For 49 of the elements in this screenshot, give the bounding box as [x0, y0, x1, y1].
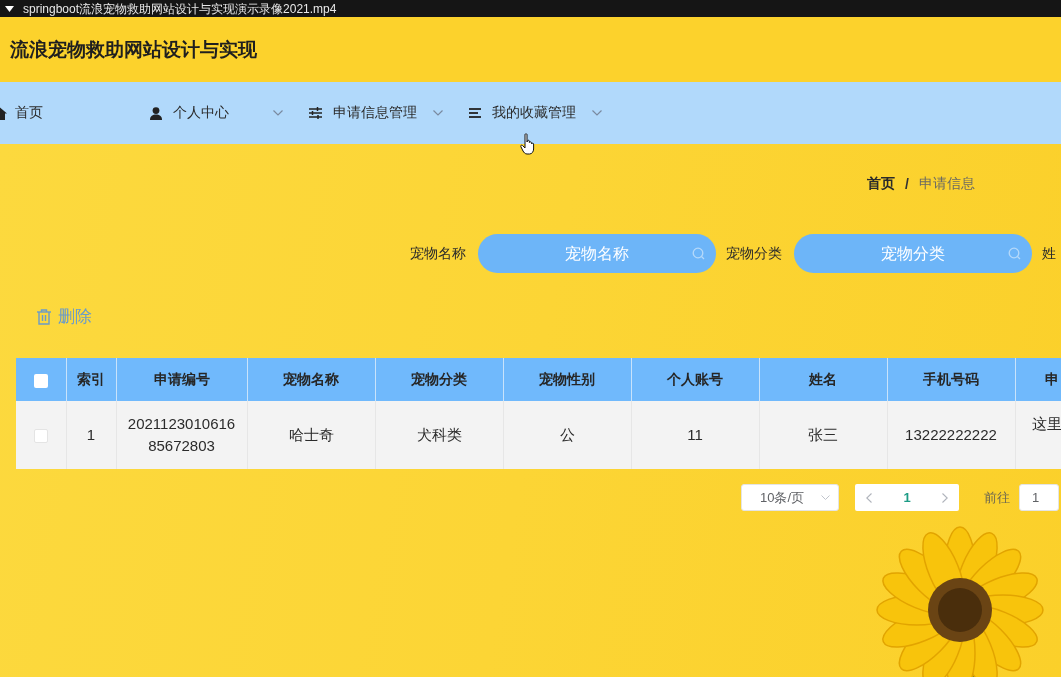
breadcrumb-link[interactable]: 申请信息 — [919, 175, 975, 193]
column-header: 索引 — [66, 358, 116, 401]
checkbox[interactable] — [33, 429, 48, 444]
column-header: 宠物性别 — [503, 358, 631, 401]
search-label: 宠物分类 — [726, 244, 782, 263]
column-header: 手机号码 — [887, 358, 1015, 401]
home-icon — [0, 106, 7, 120]
next-page-icon[interactable] — [942, 492, 948, 503]
breadcrumb-separator: / — [905, 176, 909, 192]
search-label: 姓 — [1042, 244, 1056, 263]
hand-cursor-icon — [520, 133, 536, 155]
chevron-down-icon — [821, 495, 830, 500]
table-cell: 张三 — [759, 401, 887, 469]
dropdown-triangle-icon[interactable] — [5, 5, 14, 12]
search-field[interactable]: 宠物名称 — [478, 234, 716, 273]
trash-icon — [37, 308, 51, 325]
checkbox[interactable] — [33, 373, 48, 388]
column-header: 申 — [1015, 358, 1061, 401]
previous-page-icon[interactable] — [866, 492, 872, 503]
goto-label: 前往 — [984, 488, 1010, 507]
table-cell: 11 — [631, 401, 759, 469]
search-field[interactable]: 宠物分类 — [794, 234, 1032, 273]
page-input[interactable]: 1 — [1019, 484, 1059, 511]
column-header: 宠物名称 — [247, 358, 375, 401]
sliders-icon — [309, 107, 322, 119]
list-icon — [469, 108, 481, 118]
column-header: 宠物分类 — [375, 358, 503, 401]
table-cell: 这里 — [1015, 401, 1061, 469]
page-size-select[interactable]: 10条/页 — [741, 484, 839, 511]
search-icon — [692, 247, 705, 260]
site-title: 流浪宠物救助网站设计与实现 — [10, 37, 257, 62]
video-title: springboot流浪宠物救助网站设计与实现演示录像2021.mp4 — [23, 1, 337, 16]
search-label: 宠物名称 — [410, 244, 466, 263]
table-cell: 公 — [503, 401, 631, 469]
nav-menu-item[interactable]: 首页 — [0, 104, 124, 122]
table-cell: 犬科类 — [375, 401, 503, 469]
table-cell: 哈士奇 — [247, 401, 375, 469]
nav-menu-item[interactable]: 申请信息管理 — [309, 104, 443, 122]
column-header: 申请编号 — [116, 358, 247, 401]
breadcrumb-link[interactable]: 首页 — [867, 175, 896, 193]
search-icon — [1008, 247, 1021, 260]
nav-menu-item[interactable]: 我的收藏管理 — [469, 104, 602, 122]
table-cell: 202112301061685672803 — [116, 401, 247, 469]
column-header: 个人账号 — [631, 358, 759, 401]
user-icon — [150, 106, 162, 120]
column-header: 姓名 — [759, 358, 887, 401]
table-cell: 1 — [66, 401, 116, 469]
table-cell: 13222222222 — [887, 401, 1015, 469]
nav-menu-item[interactable]: 个人中心 — [150, 104, 283, 122]
